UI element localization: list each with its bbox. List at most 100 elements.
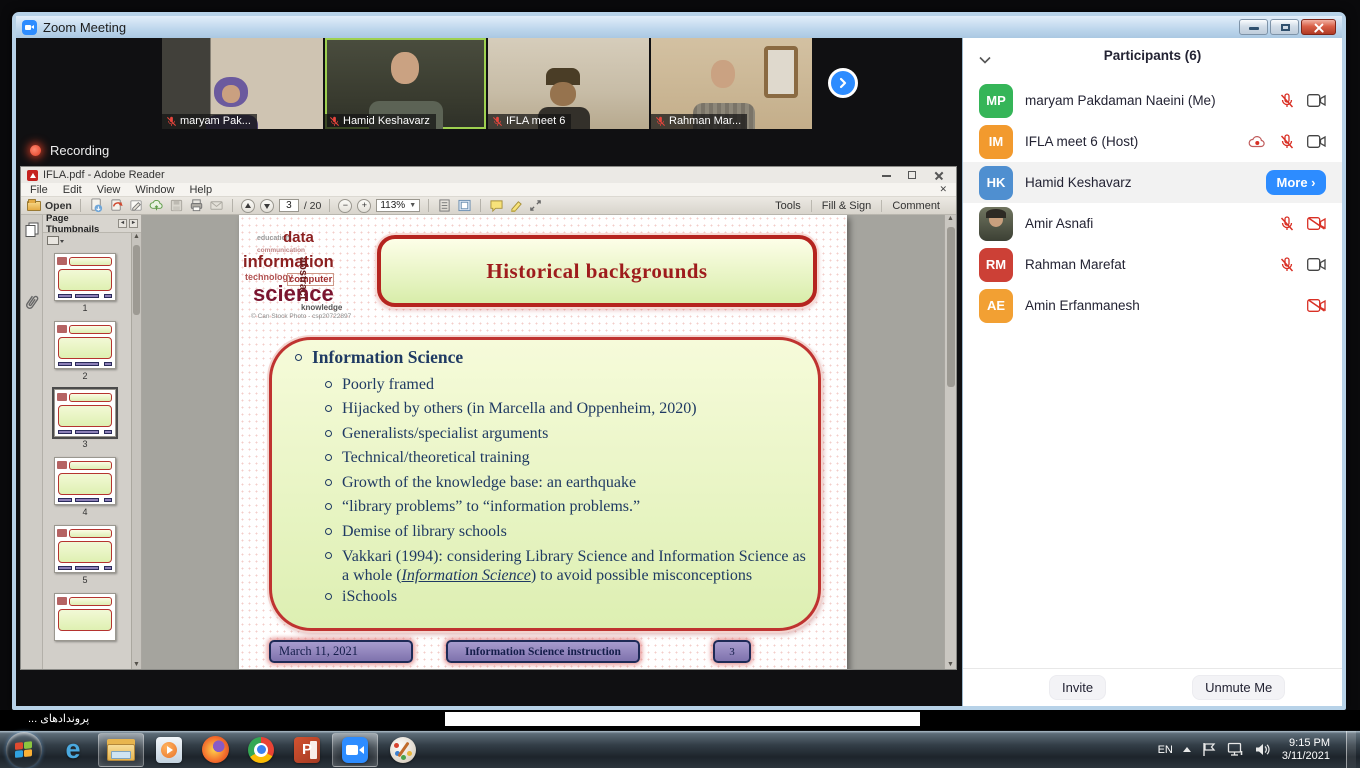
pdf-titlebar[interactable]: IFLA.pdf - Adobe Reader xyxy=(21,167,956,183)
page-number-input[interactable] xyxy=(279,199,299,212)
save-online-icon[interactable] xyxy=(89,198,104,213)
taskbar-zoom[interactable] xyxy=(332,733,378,767)
next-page-button[interactable] xyxy=(260,199,274,213)
bullet-item-vakkari: Vakkari (1994): considering Library Scie… xyxy=(325,544,807,585)
page-thumbnail-6[interactable] xyxy=(54,593,116,641)
language-indicator[interactable]: EN xyxy=(1158,744,1173,756)
invite-button[interactable]: Invite xyxy=(1049,675,1106,700)
taskbar-firefox[interactable] xyxy=(192,732,238,768)
zoom-level-select[interactable]: 113%▼ xyxy=(376,199,420,212)
participant-row-maryam[interactable]: MP maryam Pakdaman Naeini (Me) xyxy=(963,80,1342,121)
page-thumbnail-2[interactable] xyxy=(54,321,116,369)
participant-row-ifla-host[interactable]: IM IFLA meet 6 (Host) xyxy=(963,121,1342,162)
video-name-label: Rahman Mar... xyxy=(651,114,747,129)
zoom-in-button[interactable]: + xyxy=(357,199,371,213)
action-center-flag-icon[interactable] xyxy=(1201,742,1217,757)
page-thumbnail-1[interactable] xyxy=(54,253,116,301)
pdf-maximize-button[interactable] xyxy=(908,171,918,180)
next-videos-button[interactable] xyxy=(828,68,858,98)
doc-scroll-down-icon[interactable]: ▼ xyxy=(945,661,956,668)
mic-muted-icon xyxy=(492,116,503,127)
attachments-icon[interactable] xyxy=(21,291,43,314)
bullet-item: Technical/theoretical training xyxy=(325,446,807,471)
page-thumbnail-5[interactable] xyxy=(54,525,116,573)
wordcloud-image: education data communication information… xyxy=(243,227,345,319)
scroll-up-icon[interactable]: ▲ xyxy=(132,233,141,240)
taskbar-paint[interactable] xyxy=(380,732,426,768)
show-desktop-button[interactable] xyxy=(1346,731,1356,768)
thumbnail-page-number: 5 xyxy=(82,575,87,585)
video-tile-ifla[interactable]: IFLA meet 6 xyxy=(488,38,649,129)
scroll-down-icon[interactable]: ▼ xyxy=(132,661,141,668)
avatar: MP xyxy=(979,84,1013,118)
start-button[interactable] xyxy=(6,732,42,768)
fill-sign-button[interactable]: Fill & Sign xyxy=(811,200,882,212)
menu-help[interactable]: Help xyxy=(189,184,212,196)
participant-row-hamid[interactable]: HK Hamid Keshavarz More › xyxy=(963,162,1342,203)
chrome-icon xyxy=(248,737,274,763)
more-button[interactable]: More › xyxy=(1266,170,1326,195)
panel-menu-icon[interactable]: ▸ xyxy=(129,219,138,228)
maximize-button[interactable] xyxy=(1270,19,1299,35)
zoom-meeting-window: Zoom Meeting maryam Pak... xyxy=(12,12,1346,710)
comment-bubble-icon[interactable] xyxy=(489,199,504,212)
menubar-close-icon[interactable]: ✕ xyxy=(939,184,947,195)
video-tile-rahman[interactable]: Rahman Mar... xyxy=(651,38,812,129)
highlight-icon[interactable] xyxy=(509,199,524,212)
scrolling-mode-icon[interactable] xyxy=(437,199,452,212)
sign-icon[interactable] xyxy=(129,198,144,213)
page-thumbnail-4[interactable] xyxy=(54,457,116,505)
zoom-titlebar[interactable]: Zoom Meeting xyxy=(16,16,1342,38)
export-pdf-icon[interactable] xyxy=(109,198,124,213)
page-thumbnail-3-selected[interactable] xyxy=(54,389,116,437)
volume-icon[interactable] xyxy=(1255,742,1272,757)
video-tile-maryam[interactable]: maryam Pak... xyxy=(162,38,323,129)
minimize-button[interactable] xyxy=(1239,19,1268,35)
pdf-minimize-button[interactable] xyxy=(882,171,892,180)
tools-button[interactable]: Tools xyxy=(765,200,811,212)
pdf-close-button[interactable] xyxy=(934,171,944,180)
taskbar-clock[interactable]: 9:15 PM 3/11/2021 xyxy=(1282,737,1336,763)
mic-muted-icon xyxy=(1279,216,1295,232)
document-scrollbar[interactable]: ▲ ▼ xyxy=(944,215,956,669)
taskbar-media-player[interactable] xyxy=(146,732,192,768)
menu-view[interactable]: View xyxy=(97,184,121,196)
network-icon[interactable] xyxy=(1227,742,1245,757)
close-button[interactable] xyxy=(1301,19,1336,35)
thumbnail-options-icon[interactable] xyxy=(47,236,59,245)
menu-file[interactable]: File xyxy=(30,184,48,196)
fit-page-icon[interactable] xyxy=(457,199,472,212)
comment-button[interactable]: Comment xyxy=(881,200,950,212)
panel-collapse-icon[interactable]: ◂ xyxy=(118,219,127,228)
taskbar-powerpoint[interactable]: P xyxy=(284,732,330,768)
video-placeholder xyxy=(764,46,798,98)
save-icon[interactable] xyxy=(169,198,184,213)
doc-scroll-up-icon[interactable]: ▲ xyxy=(945,215,956,222)
zoom-out-button[interactable]: − xyxy=(338,199,352,213)
pdf-nav-strip xyxy=(21,215,43,669)
print-icon[interactable] xyxy=(189,198,204,213)
background-window-fragment xyxy=(445,712,920,726)
participant-row-amin[interactable]: AE Amin Erfanmanesh xyxy=(963,285,1342,326)
slide-footer-date: March 11, 2021 xyxy=(269,640,413,663)
system-tray: EN 9:15 PM 3/11/2021 xyxy=(1158,731,1360,768)
email-icon[interactable] xyxy=(209,198,224,213)
menu-window[interactable]: Window xyxy=(135,184,174,196)
taskbar-windows-explorer[interactable] xyxy=(98,733,144,767)
mic-muted-icon xyxy=(655,116,666,127)
thumbnails-scrollbar[interactable]: ▲ ▼ xyxy=(131,233,141,669)
unmute-me-button[interactable]: Unmute Me xyxy=(1192,675,1285,700)
page-thumbnails-icon[interactable] xyxy=(24,221,40,237)
taskbar-chrome[interactable] xyxy=(238,732,284,768)
open-button[interactable]: Open xyxy=(27,200,72,212)
video-tile-hamid[interactable]: Hamid Keshavarz xyxy=(325,38,486,129)
show-hidden-icons-button[interactable] xyxy=(1183,747,1191,752)
menu-edit[interactable]: Edit xyxy=(63,184,82,196)
participant-row-rahman[interactable]: RM Rahman Marefat xyxy=(963,244,1342,285)
participant-row-amir[interactable]: Amir Asnafi xyxy=(963,203,1342,244)
send-cloud-icon[interactable] xyxy=(149,198,164,213)
taskbar-internet-explorer[interactable]: e xyxy=(50,732,96,768)
recording-indicator: Recording xyxy=(30,143,109,158)
previous-page-button[interactable] xyxy=(241,199,255,213)
expand-icon[interactable] xyxy=(529,199,542,212)
